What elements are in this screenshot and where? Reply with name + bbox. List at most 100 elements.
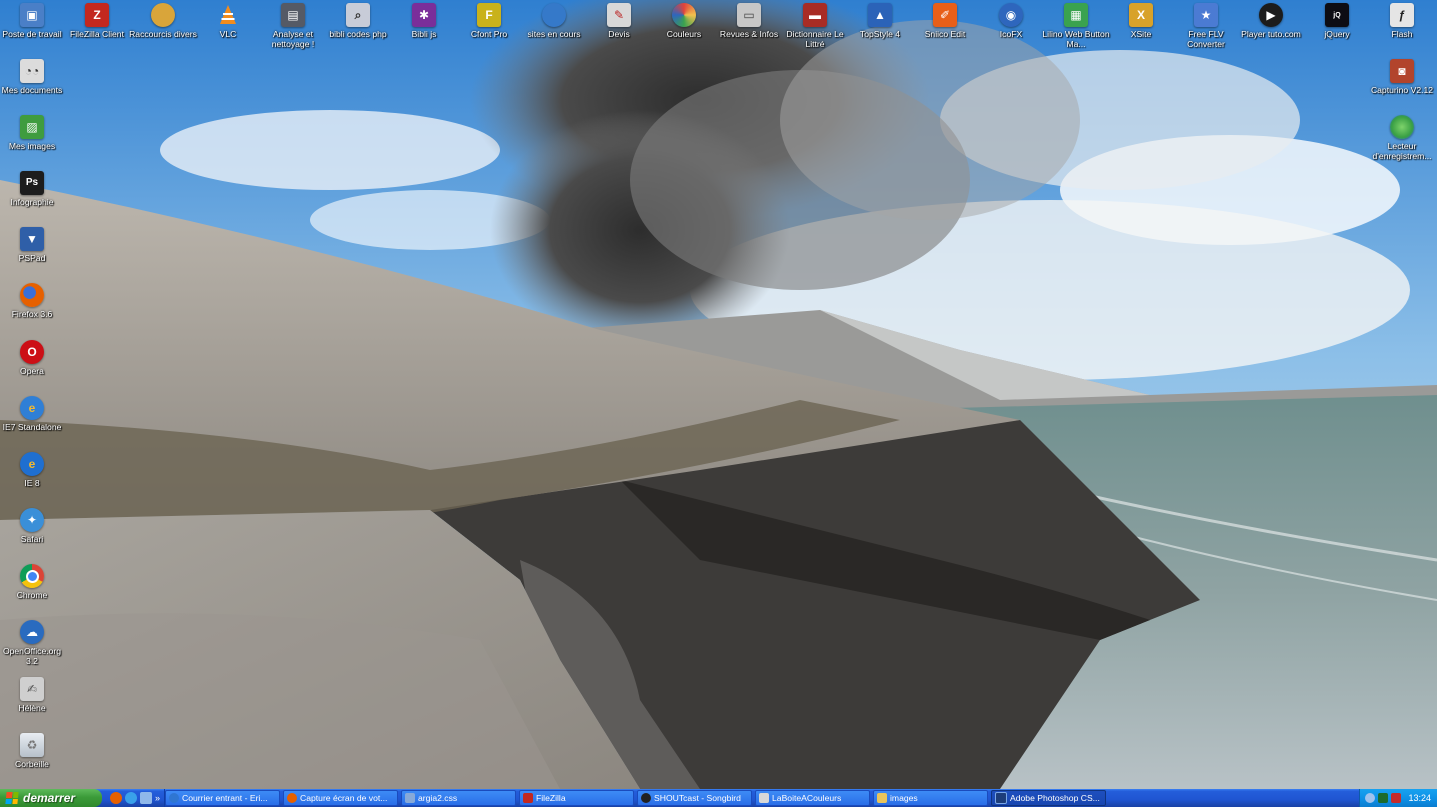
desktop-icon-bibli-codes-php[interactable]: ⌕ bibli codes php [322, 3, 394, 39]
desktop-icon-devis[interactable]: ✎ Devis [583, 3, 655, 39]
desktop-icon-vlc[interactable]: VLC [192, 3, 264, 39]
task-button-photoshop[interactable]: Adobe Photoshop CS... [991, 790, 1107, 806]
desktop-icon-openoffice[interactable]: ☁ OpenOffice.org 3.2 [0, 620, 68, 666]
desktop-icon-revues-infos[interactable]: ▭ Revues & Infos [713, 3, 785, 39]
desktop-icon-capturino[interactable]: ◙ Capturino V2.12 [1366, 59, 1437, 95]
clock[interactable]: 13:24 [1408, 793, 1431, 803]
desktop-icon-raccourcis-divers[interactable]: Raccourcis divers [127, 3, 199, 39]
flash-icon: ƒ [1390, 3, 1414, 27]
pspad-icon [405, 793, 416, 803]
flv-converter-icon: ★ [1194, 3, 1218, 27]
firefox-icon [287, 793, 298, 803]
desktop-icon-chrome[interactable]: Chrome [0, 564, 68, 600]
quicklaunch-more-button[interactable]: » [155, 793, 160, 803]
desktop-icon-lilino-web-button[interactable]: ▦ Lilino Web Button Ma... [1040, 3, 1112, 49]
desktop-icon-xsite[interactable]: X XSite [1105, 3, 1177, 39]
js-library-icon: ✱ [412, 3, 436, 27]
jquery-icon: jQ [1325, 3, 1349, 27]
desktop-icon-safari[interactable]: ✦ Safari [0, 508, 68, 544]
magnifier-icon: ⌕ [346, 3, 370, 27]
photoshop-icon [995, 792, 1008, 804]
desktop-icon-corbeille[interactable]: ♻ Corbeille [0, 733, 68, 769]
pen-icon: ✍ [20, 677, 44, 701]
globe-icon [542, 3, 566, 27]
task-button-filezilla[interactable]: FileZilla [519, 790, 635, 806]
player-icon: ▶ [1259, 3, 1283, 27]
filezilla-icon: Z [85, 3, 109, 27]
desktop-icon-sniico-edit[interactable]: ✐ Sniico Edit [909, 3, 981, 39]
desktop-icon-mes-images[interactable]: ▨ Mes images [0, 115, 68, 151]
desktop-icon-cfont-pro[interactable]: F Cfont Pro [453, 3, 525, 39]
folder-icon [877, 793, 888, 803]
task-button-laboiteacouleurs[interactable]: LaBoiteACouleurs [755, 790, 871, 806]
songbird-icon [641, 793, 652, 803]
desktop-icon-filezilla-client[interactable]: Z FileZilla Client [61, 3, 133, 39]
safari-icon: ✦ [20, 508, 44, 532]
ie-icon: e [20, 452, 44, 476]
system-tray: 13:24 [1359, 789, 1437, 807]
task-list: Courrier entrant - Eri... Capture écran … [165, 789, 1359, 807]
volume-icon[interactable] [1365, 793, 1376, 803]
desktop-icon-opera[interactable]: O Opera [0, 340, 68, 376]
desktop-icon-mes-documents[interactable]: ◔◔ Mes documents [0, 59, 68, 95]
desktop-wallpaper [0, 0, 1437, 789]
desktop-icon-ie7-standalone[interactable]: e IE7 Standalone [0, 396, 68, 432]
desktop-icon-icofx[interactable]: ◉ IcoFX [975, 3, 1047, 39]
task-button-firefox-capture[interactable]: Capture écran de vot... [283, 790, 399, 806]
desktop-icon-sites-en-cours[interactable]: sites en cours [518, 3, 590, 39]
windows-logo-icon [5, 792, 19, 804]
thunderbird-icon [169, 793, 180, 803]
desktop-icon-ie8[interactable]: e IE 8 [0, 452, 68, 488]
document-icon: ✎ [607, 3, 631, 27]
icofx-icon: ◉ [999, 3, 1023, 27]
computer-icon: ▣ [20, 3, 44, 27]
desktop-icon-dictionnaire-littre[interactable]: ▬ Dictionnaire Le Littré [779, 3, 851, 49]
network-icon[interactable] [1378, 793, 1389, 803]
topstyle-icon: ▲ [868, 3, 892, 27]
desktop-icon-firefox[interactable]: Firefox 3.6 [0, 283, 68, 319]
task-button-thunderbird[interactable]: Courrier entrant - Eri... [165, 790, 281, 806]
web-button-icon: ▦ [1064, 3, 1088, 27]
desktop-icon-infographie[interactable]: Ps Infographie [0, 171, 68, 207]
images-icon: ▨ [20, 115, 44, 139]
desktop-icon-free-flv-converter[interactable]: ★ Free FLV Converter [1170, 3, 1242, 49]
start-button[interactable]: demarrer [0, 789, 102, 807]
opera-icon: O [20, 340, 44, 364]
desktop-icon-lecteur-enregistrement[interactable]: Lecteur d'enregistrem... [1366, 115, 1437, 161]
desktop-icon-topstyle[interactable]: ▲ TopStyle 4 [844, 3, 916, 39]
color-wheel-icon [672, 3, 696, 27]
filezilla-icon [523, 793, 534, 803]
desktop-icon-jquery[interactable]: jQ jQuery [1301, 3, 1373, 39]
xsite-icon: X [1129, 3, 1153, 27]
ie-icon: e [20, 396, 44, 420]
openoffice-icon: ☁ [20, 620, 44, 644]
recycle-bin-icon: ♻ [20, 733, 44, 757]
quicklaunch-firefox-icon[interactable] [110, 792, 122, 804]
quicklaunch-pspad-icon[interactable] [140, 792, 152, 804]
cleaner-icon: ▤ [281, 3, 305, 27]
font-icon: F [477, 3, 501, 27]
desktop-icon-pspad[interactable]: ▼ PSPad [0, 227, 68, 263]
photoshop-icon: Ps [20, 171, 44, 195]
task-button-songbird[interactable]: SHOUTcast - Songbird [637, 790, 753, 806]
capture-icon: ◙ [1390, 59, 1414, 83]
task-button-argia-css[interactable]: argia2.css [401, 790, 517, 806]
desktop-icon-poste-de-travail[interactable]: ▣ Poste de travail [0, 3, 68, 39]
quicklaunch-ie-icon[interactable] [125, 792, 137, 804]
desktop-icon-flash[interactable]: ƒ Flash [1366, 3, 1437, 39]
book-icon: ▬ [803, 3, 827, 27]
quick-launch: » [106, 789, 166, 807]
pspad-icon: ▼ [20, 227, 44, 251]
firefox-icon [20, 283, 44, 307]
recorder-icon [1390, 115, 1414, 139]
desktop-icon-helene[interactable]: ✍ Hélène [0, 677, 68, 713]
antivirus-icon[interactable] [1391, 793, 1402, 803]
desktop-icon-analyse-nettoyage[interactable]: ▤ Analyse et nettoyage ! [257, 3, 329, 49]
color-box-icon [759, 793, 770, 803]
task-button-images-folder[interactable]: images [873, 790, 989, 806]
vlc-cone-icon [216, 3, 240, 27]
desktop-icon-bibli-js[interactable]: ✱ Bibli js [388, 3, 460, 39]
desktop-icon-player-tuto[interactable]: ▶ Player tuto.com [1235, 3, 1307, 39]
desktop-icon-couleurs[interactable]: Couleurs [648, 3, 720, 39]
documents-icon: ◔◔ [20, 59, 44, 83]
